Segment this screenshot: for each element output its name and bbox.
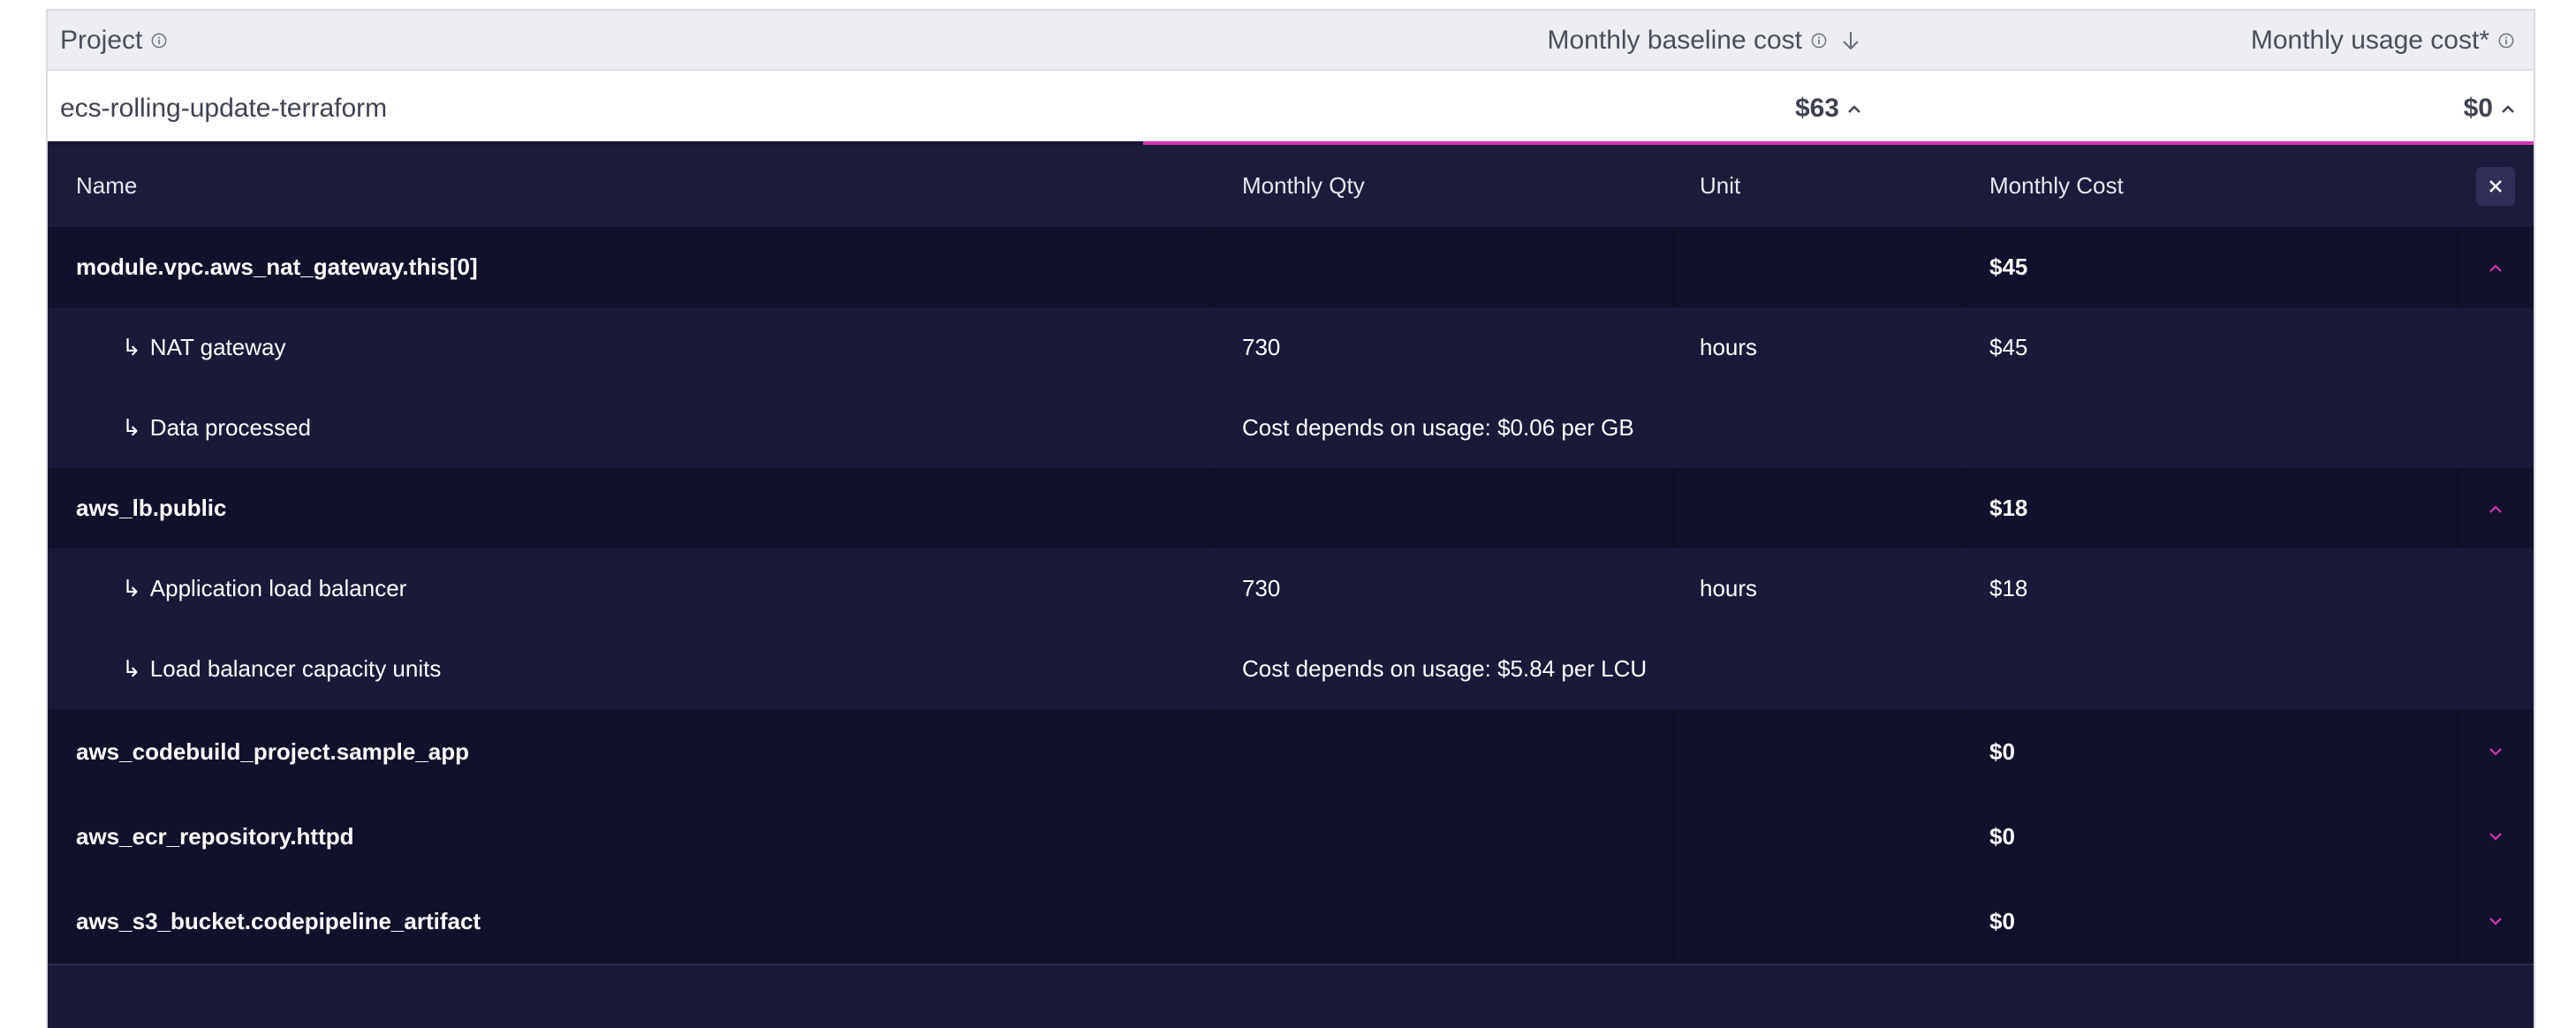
chevron-up-icon	[2489, 504, 2502, 513]
resource-name: aws_lb.public	[76, 495, 227, 521]
name-column-header: Name	[76, 172, 138, 199]
sub-arrow-icon: ↳	[122, 575, 141, 601]
resource-cost: $0	[1989, 907, 2015, 934]
usage-cost-value: $0	[2463, 94, 2493, 123]
component-cost: $45	[1989, 334, 2028, 360]
unit-column-header: Unit	[1700, 172, 1741, 199]
sub-arrow-icon: ↳	[122, 655, 141, 682]
cost-column-header: Monthly Cost	[1989, 172, 2124, 199]
component-name-text: Application load balancer	[149, 575, 407, 601]
project-row[interactable]: ecs-rolling-update-terraform $63 $0	[48, 71, 2534, 145]
column-separator	[1671, 794, 1677, 879]
component-cost: $18	[1989, 575, 2028, 601]
resource-row[interactable]: aws_codebuild_project.sample_app $0	[48, 709, 2534, 794]
component-name-text: Load balancer capacity units	[149, 655, 442, 682]
column-separator	[1961, 468, 1966, 548]
resource-cost: $0	[1989, 737, 2015, 765]
expand-toggle[interactable]	[2458, 879, 2534, 964]
resource-name: module.vpc.aws_nat_gateway.this[0]	[76, 253, 478, 280]
table-footer-divider	[48, 964, 2534, 965]
column-separator	[1671, 468, 1677, 548]
project-name: ecs-rolling-update-terraform	[60, 94, 388, 123]
project-label: Project	[60, 26, 143, 55]
info-icon[interactable]	[151, 33, 167, 49]
baseline-cost[interactable]: $63	[1795, 94, 1862, 124]
chevron-up-icon	[2502, 105, 2514, 113]
resource-row[interactable]: aws_s3_bucket.codepipeline_artifact $0	[48, 879, 2534, 964]
breakdown-header-row: Name Monthly Qty Unit Monthly Cost	[48, 145, 2534, 227]
resource-name: aws_s3_bucket.codepipeline_artifact	[76, 907, 481, 934]
baseline-label: Monthly baseline cost	[1547, 26, 1803, 55]
component-unit: hours	[1700, 334, 1758, 360]
resource-row[interactable]: aws_ecr_repository.httpd $0	[48, 794, 2534, 879]
component-name: ↳ Data processed	[122, 388, 311, 468]
column-separator	[1208, 794, 1214, 879]
column-separator	[1208, 468, 1214, 548]
sort-arrow-down-icon[interactable]	[1841, 30, 1860, 51]
resource-cost: $0	[1989, 822, 2015, 850]
qty-column-header: Monthly Qty	[1242, 172, 1365, 199]
chevron-up-icon	[2489, 263, 2502, 272]
component-name-text: Data processed	[149, 414, 311, 441]
usage-cost[interactable]: $0	[2464, 94, 2516, 124]
column-separator	[1961, 794, 1966, 879]
component-qty: 730	[1242, 334, 1281, 360]
resource-breakdown-panel: Name Monthly Qty Unit Monthly Cost modul…	[48, 145, 2534, 1028]
expand-toggle[interactable]	[2458, 794, 2534, 879]
baseline-cost-value: $63	[1794, 94, 1839, 123]
close-button[interactable]	[2476, 166, 2515, 206]
resource-cost: $18	[1989, 495, 2028, 521]
info-icon[interactable]	[1811, 33, 1827, 49]
chevron-up-icon	[1848, 105, 1860, 113]
component-name: ↳ NAT gateway	[122, 307, 285, 388]
project-column-header[interactable]: Project	[60, 26, 167, 56]
component-qty: 730	[1242, 575, 1281, 601]
resource-row[interactable]: module.vpc.aws_nat_gateway.this[0] $45	[48, 227, 2534, 307]
column-separator	[1961, 227, 1966, 307]
component-name: ↳ Application load balancer	[122, 548, 406, 629]
close-icon	[2489, 179, 2502, 193]
column-separator	[1961, 709, 1966, 794]
usage-column-header[interactable]: Monthly usage cost*	[2251, 26, 2514, 56]
sub-arrow-icon: ↳	[122, 414, 141, 441]
column-separator	[1671, 709, 1677, 794]
resource-row[interactable]: aws_lb.public $18	[48, 468, 2534, 548]
column-separator	[1208, 709, 1214, 794]
component-name: ↳ Load balancer capacity units	[122, 629, 441, 709]
component-name-text: NAT gateway	[149, 334, 286, 360]
column-separator	[1961, 879, 1966, 964]
close-cell	[2458, 145, 2534, 227]
table-header: Project Monthly baseline cost Monthly us…	[48, 9, 2534, 71]
chevron-down-icon	[2489, 833, 2502, 841]
baseline-column-header[interactable]: Monthly baseline cost	[1548, 26, 1861, 56]
sub-arrow-icon: ↳	[122, 334, 141, 360]
collapse-toggle[interactable]	[2458, 468, 2534, 548]
info-icon[interactable]	[2498, 33, 2514, 49]
resource-name: aws_ecr_repository.httpd	[76, 822, 354, 850]
chevron-down-icon	[2489, 748, 2502, 756]
usage-label: Monthly usage cost*	[2250, 26, 2489, 55]
cost-component-row: ↳ Data processed Cost depends on usage: $…	[48, 388, 2534, 468]
column-separator	[1208, 879, 1214, 964]
expand-toggle[interactable]	[2458, 709, 2534, 794]
collapse-toggle[interactable]	[2458, 227, 2534, 307]
component-qty: Cost depends on usage: $5.84 per LCU	[1242, 655, 1648, 682]
column-separator	[1671, 227, 1677, 307]
column-separator	[1208, 227, 1214, 307]
cost-component-row: ↳ Application load balancer 730 hours $18	[48, 548, 2534, 629]
resource-name: aws_codebuild_project.sample_app	[76, 737, 470, 765]
cost-component-row: ↳ Load balancer capacity units Cost depen…	[48, 629, 2534, 709]
component-qty: Cost depends on usage: $0.06 per GB	[1242, 414, 1634, 441]
chevron-down-icon	[2489, 918, 2502, 926]
resource-cost: $45	[1989, 253, 2028, 280]
component-unit: hours	[1700, 575, 1758, 601]
cost-component-row: ↳ NAT gateway 730 hours $45	[48, 307, 2534, 388]
column-separator	[1671, 879, 1677, 964]
cost-table: Project Monthly baseline cost Monthly us…	[46, 9, 2535, 1028]
